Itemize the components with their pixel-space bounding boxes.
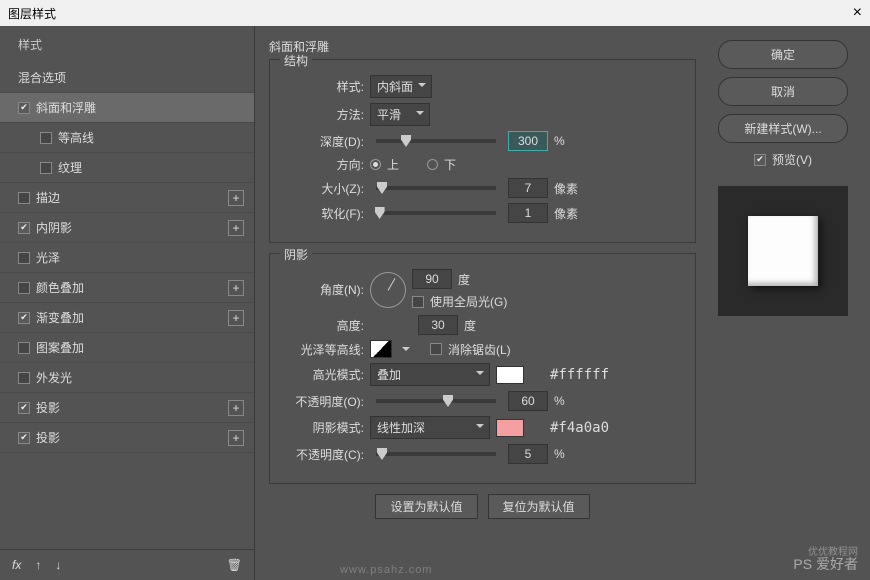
- highlight-color-swatch[interactable]: [496, 366, 524, 384]
- sidebar-item-gradient-overlay[interactable]: 渐变叠加 +: [0, 303, 254, 333]
- dir-down-radio[interactable]: [427, 159, 438, 170]
- angle-input[interactable]: [412, 269, 452, 289]
- group-shadow: 阴影 角度(N): 度 使用全局光(G) 高度: 度 光泽等高: [269, 253, 696, 484]
- watermark-url: www.psahz.com: [340, 564, 432, 576]
- sidebar-item-drop-shadow-1[interactable]: 投影 +: [0, 393, 254, 423]
- sidebar-footer: fx ↑ ↓ 🗑: [0, 549, 254, 580]
- checkbox-icon[interactable]: [754, 154, 766, 166]
- shadow-mode-select[interactable]: 线性加深: [370, 416, 490, 439]
- group-structure: 结构 样式: 内斜面 方法: 平滑 深度(D): % 方向: 上 下: [269, 59, 696, 243]
- checkbox-icon[interactable]: [40, 132, 52, 144]
- panel-title: 斜面和浮雕: [269, 38, 696, 55]
- shadow-opacity-slider[interactable]: [376, 452, 496, 456]
- soften-slider[interactable]: [376, 211, 496, 215]
- depth-input[interactable]: [508, 131, 548, 151]
- sidebar-item-color-overlay[interactable]: 颜色叠加 +: [0, 273, 254, 303]
- sidebar-item-bevel[interactable]: 斜面和浮雕: [0, 93, 254, 123]
- sidebar-item-drop-shadow-2[interactable]: 投影 +: [0, 423, 254, 453]
- angle-dial[interactable]: [370, 272, 406, 308]
- plus-icon[interactable]: +: [228, 220, 244, 236]
- close-icon[interactable]: ×: [853, 4, 862, 22]
- chevron-down-icon[interactable]: [398, 342, 410, 356]
- arrow-up-icon[interactable]: ↑: [35, 558, 41, 572]
- sidebar-item-satin[interactable]: 光泽: [0, 243, 254, 273]
- plus-icon[interactable]: +: [228, 310, 244, 326]
- preview-box: [718, 186, 848, 316]
- plus-icon[interactable]: +: [228, 430, 244, 446]
- sidebar-item-outer-glow[interactable]: 外发光: [0, 363, 254, 393]
- sidebar-styles-header: 样式: [0, 26, 254, 63]
- new-style-button[interactable]: 新建样式(W)...: [718, 114, 848, 143]
- reset-default-button[interactable]: 复位为默认值: [488, 494, 590, 519]
- checkbox-icon[interactable]: [18, 312, 30, 324]
- shadow-color-text: #f4a0a0: [550, 420, 609, 436]
- method-select[interactable]: 平滑: [370, 103, 430, 126]
- antialias-checkbox[interactable]: [430, 343, 442, 355]
- checkbox-icon[interactable]: [18, 432, 30, 444]
- title-bar: 图层样式 ×: [0, 0, 870, 26]
- panel-footer: 设置为默认值 复位为默认值: [269, 494, 696, 519]
- soften-input[interactable]: [508, 203, 548, 223]
- depth-slider[interactable]: [376, 139, 496, 143]
- checkbox-icon[interactable]: [18, 192, 30, 204]
- style-select[interactable]: 内斜面: [370, 75, 432, 98]
- shadow-opacity-input[interactable]: [508, 444, 548, 464]
- cancel-button[interactable]: 取消: [718, 77, 848, 106]
- plus-icon[interactable]: +: [228, 400, 244, 416]
- highlight-opacity-slider[interactable]: [376, 399, 496, 403]
- sidebar-item-pattern-overlay[interactable]: 图案叠加: [0, 333, 254, 363]
- preview-inner: [748, 216, 818, 286]
- right-column: 确定 取消 新建样式(W)... 预览(V): [710, 26, 870, 580]
- main-panel: 斜面和浮雕 结构 样式: 内斜面 方法: 平滑 深度(D): % 方向: 上 下: [255, 26, 710, 580]
- highlight-opacity-input[interactable]: [508, 391, 548, 411]
- sidebar-item-contour[interactable]: 等高线: [0, 123, 254, 153]
- dir-up-radio[interactable]: [370, 159, 381, 170]
- sidebar-item-stroke[interactable]: 描边 +: [0, 183, 254, 213]
- checkbox-icon[interactable]: [18, 252, 30, 264]
- checkbox-icon[interactable]: [18, 372, 30, 384]
- size-slider[interactable]: [376, 186, 496, 190]
- checkbox-icon[interactable]: [18, 282, 30, 294]
- altitude-input[interactable]: [418, 315, 458, 335]
- fx-icon[interactable]: fx: [12, 558, 21, 572]
- checkbox-icon[interactable]: [18, 402, 30, 414]
- sidebar: 样式 混合选项 斜面和浮雕 等高线 纹理 描边 + 内阴影 + 光泽 颜色叠加 …: [0, 26, 255, 580]
- preview-toggle[interactable]: 预览(V): [754, 151, 812, 168]
- ok-button[interactable]: 确定: [718, 40, 848, 69]
- watermark: PS 爱好者: [793, 554, 858, 574]
- trash-icon[interactable]: 🗑: [227, 558, 242, 572]
- checkbox-icon[interactable]: [40, 162, 52, 174]
- plus-icon[interactable]: +: [228, 280, 244, 296]
- highlight-color-text: #ffffff: [550, 367, 609, 383]
- highlight-mode-select[interactable]: 叠加: [370, 363, 490, 386]
- sidebar-item-texture[interactable]: 纹理: [0, 153, 254, 183]
- gloss-contour-swatch[interactable]: [370, 340, 392, 358]
- window-title: 图层样式: [8, 5, 56, 22]
- arrow-down-icon[interactable]: ↓: [55, 558, 61, 572]
- set-default-button[interactable]: 设置为默认值: [375, 494, 477, 519]
- sidebar-item-inner-shadow[interactable]: 内阴影 +: [0, 213, 254, 243]
- global-light-checkbox[interactable]: [412, 296, 424, 308]
- checkbox-icon[interactable]: [18, 102, 30, 114]
- checkbox-icon[interactable]: [18, 222, 30, 234]
- checkbox-icon[interactable]: [18, 342, 30, 354]
- content: 样式 混合选项 斜面和浮雕 等高线 纹理 描边 + 内阴影 + 光泽 颜色叠加 …: [0, 26, 870, 580]
- plus-icon[interactable]: +: [228, 190, 244, 206]
- size-input[interactable]: [508, 178, 548, 198]
- shadow-color-swatch[interactable]: [496, 419, 524, 437]
- sidebar-blend-options[interactable]: 混合选项: [0, 63, 254, 93]
